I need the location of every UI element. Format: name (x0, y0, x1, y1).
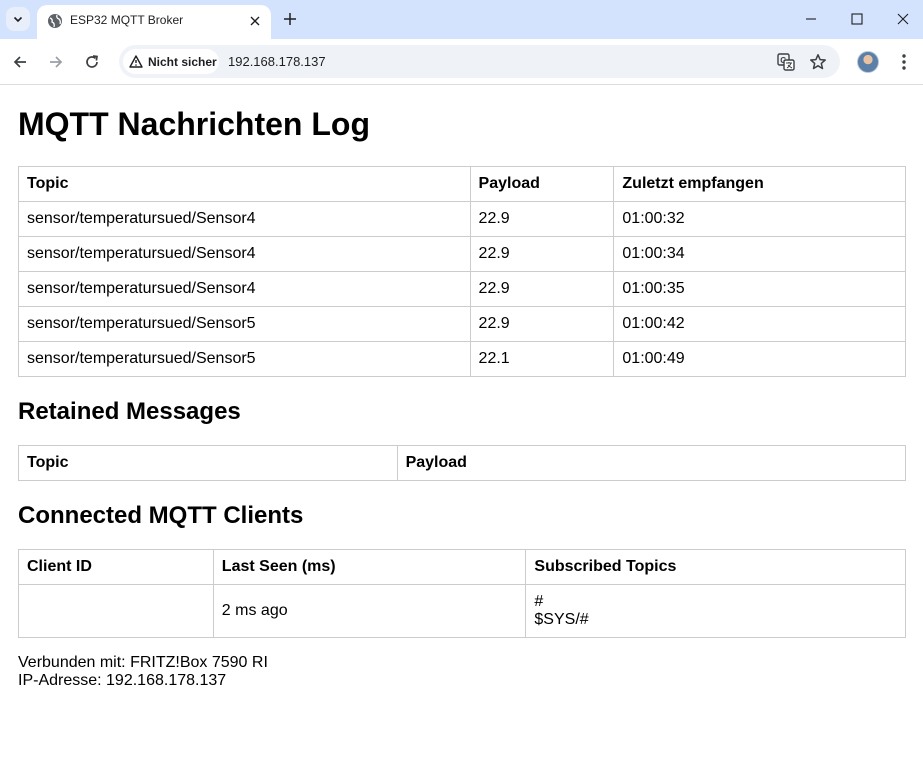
table-row: sensor/temperatursued/Sensor5 22.9 01:00:4… (18, 306, 906, 342)
maximize-icon (851, 13, 863, 25)
table-header-row: Topic Payload (18, 445, 907, 481)
back-button[interactable] (8, 50, 32, 74)
column-header: Client ID (18, 549, 214, 585)
plus-icon (284, 13, 296, 25)
browser-toolbar: Nicht sicher 192.168.178.137 G (0, 39, 923, 85)
browser-menu-button[interactable] (895, 50, 913, 74)
topic-cell: sensor/temperatursued/Sensor4 (18, 236, 471, 272)
received-time-cell: 01:00:32 (613, 201, 906, 237)
chevron-down-icon (13, 16, 23, 23)
close-icon (897, 13, 909, 25)
tab-close-button[interactable] (245, 11, 265, 31)
table-row: sensor/temperatursued/Sensor4 22.9 01:00:3… (18, 201, 906, 237)
client-id-cell (18, 584, 214, 638)
connection-info: Verbunden mit: FRITZ!Box 7590 RI IP-Adre… (18, 654, 268, 690)
clients-table: Client ID Last Seen (ms) Subscribed Topics… (18, 549, 906, 638)
column-header: Topic (18, 166, 471, 202)
minimize-icon (806, 18, 816, 20)
column-header: Payload (469, 166, 615, 202)
star-icon (810, 54, 826, 70)
topic-cell: sensor/temperatursued/Sensor4 (18, 201, 471, 237)
ip-address: IP-Adresse: 192.168.178.137 (18, 672, 227, 689)
payload-cell: 22.9 (469, 236, 615, 272)
column-header: Last Seen (ms) (212, 549, 527, 585)
arrow-right-icon (50, 56, 63, 68)
topic-cell: sensor/temperatursued/Sensor5 (18, 306, 471, 342)
page-title: MQTT Nachrichten Log (18, 106, 370, 142)
received-time-cell: 01:00:49 (613, 341, 906, 377)
globe-icon (48, 14, 62, 28)
page-content: MQTT Nachrichten Log Topic Payload Zuletzt… (0, 86, 923, 759)
bookmark-button[interactable] (807, 51, 829, 73)
subscribed-topic: $SYS/# (534, 611, 589, 628)
column-header: Zuletzt empfangen (613, 166, 906, 202)
payload-cell: 22.1 (469, 341, 615, 377)
log-table: Topic Payload Zuletzt empfangen sensor/tem… (18, 166, 906, 377)
security-chip[interactable]: Nicht sicher (123, 49, 219, 74)
payload-cell: 22.9 (469, 201, 615, 237)
retained-heading: Retained Messages (18, 398, 241, 425)
topic-cell: sensor/temperatursued/Sensor4 (18, 271, 471, 307)
url-text[interactable]: 192.168.178.137 (228, 54, 326, 69)
received-time-cell: 01:00:35 (613, 271, 906, 307)
clients-heading: Connected MQTT Clients (18, 502, 304, 529)
address-bar[interactable]: Nicht sicher 192.168.178.137 G (119, 45, 840, 78)
new-tab-button[interactable] (279, 8, 301, 30)
received-time-cell: 01:00:42 (613, 306, 906, 342)
table-header-row: Topic Payload Zuletzt empfangen (18, 166, 906, 202)
subscribed-topics-cell: # $SYS/# (525, 584, 906, 638)
table-row: sensor/temperatursued/Sensor4 22.9 01:00:3… (18, 271, 906, 307)
close-icon (250, 16, 260, 26)
minimize-button[interactable] (793, 6, 829, 32)
connected-network: Verbunden mit: FRITZ!Box 7590 RI (18, 654, 268, 671)
tab-strip: ESP32 MQTT Broker (0, 0, 923, 39)
translate-button[interactable]: G (775, 51, 797, 73)
more-vertical-icon (902, 54, 906, 70)
tab-title: ESP32 MQTT Broker (70, 13, 184, 27)
maximize-button[interactable] (839, 6, 875, 32)
column-header: Subscribed Topics (525, 549, 906, 585)
table-header-row: Client ID Last Seen (ms) Subscribed Topics (18, 549, 906, 585)
table-row: 2 ms ago # $SYS/# (18, 584, 906, 638)
column-header: Topic (18, 445, 398, 481)
reload-icon (86, 55, 98, 68)
topic-cell: sensor/temperatursued/Sensor5 (18, 341, 471, 377)
active-tab[interactable]: ESP32 MQTT Broker (37, 5, 271, 39)
table-row: sensor/temperatursued/Sensor4 22.9 01:00:3… (18, 236, 906, 272)
profile-avatar[interactable] (857, 51, 879, 73)
reload-button[interactable] (80, 50, 104, 74)
arrow-left-icon (13, 56, 26, 68)
received-time-cell: 01:00:34 (613, 236, 906, 272)
payload-cell: 22.9 (469, 271, 615, 307)
retained-table: Topic Payload (18, 445, 907, 481)
translate-icon: G (777, 53, 795, 71)
tab-search-button[interactable] (6, 7, 30, 31)
column-header: Payload (396, 445, 907, 481)
last-seen-cell: 2 ms ago (212, 584, 527, 638)
payload-cell: 22.9 (469, 306, 615, 342)
window-close-button[interactable] (885, 6, 921, 32)
security-label: Nicht sicher (148, 54, 217, 69)
table-row: sensor/temperatursued/Sensor5 22.1 01:00:4… (18, 341, 906, 377)
subscribed-topic: # (534, 593, 544, 610)
forward-button[interactable] (44, 50, 68, 74)
warning-icon (129, 55, 143, 68)
